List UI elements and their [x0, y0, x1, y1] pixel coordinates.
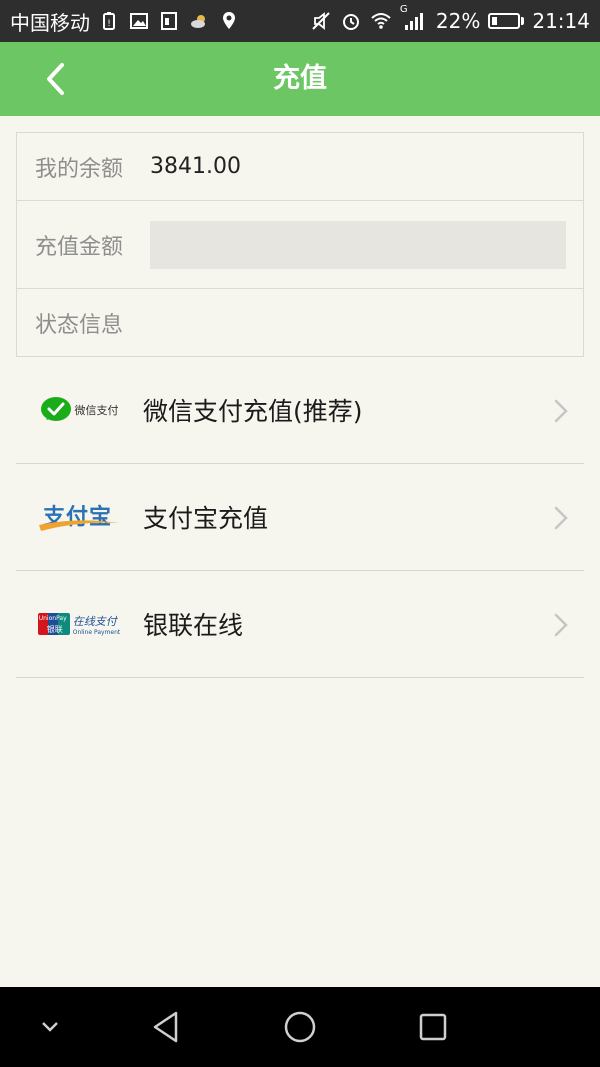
nav-home-button[interactable] [280, 1007, 320, 1047]
status-row: 状态信息 [17, 289, 583, 356]
payment-item-wechat[interactable]: 微信支付 微信支付充值(推荐) [16, 357, 584, 464]
amount-input[interactable] [150, 220, 566, 269]
nav-back-button[interactable] [146, 1007, 186, 1047]
location-icon [218, 10, 240, 32]
signal-icon: G [400, 4, 428, 32]
chevron-left-icon [47, 63, 64, 95]
carrier-name: 中国移动 [10, 10, 90, 35]
status-right: G 22% 21:14 [310, 4, 590, 33]
unionpay-brand: UnionPay [38, 615, 67, 622]
payment-item-unionpay[interactable]: UnionPay 银联 在线支付 Online Payment 银联在线 [16, 571, 584, 678]
nav-recents-button[interactable] [413, 1007, 453, 1047]
sim-icon [158, 10, 180, 32]
amount-row: 充值金额 [17, 201, 583, 289]
alipay-logo: 支付宝 [16, 497, 142, 537]
collapse-icon [42, 1022, 58, 1032]
wechat-pay-logo: 微信支付 [16, 390, 142, 430]
page-title: 充值 [273, 63, 327, 94]
image-icon [128, 10, 150, 32]
wifi-icon [370, 10, 392, 32]
collapse-button[interactable] [30, 1007, 70, 1047]
payment-label-alipay: 支付宝充值 [143, 504, 269, 533]
navigation-bar [0, 987, 600, 1067]
clock: 21:14 [532, 9, 590, 33]
wechat-logo-text: 微信支付 [74, 404, 119, 417]
battery-icon [488, 13, 525, 29]
status-left: 中国移动 ! [10, 7, 240, 36]
back-button[interactable] [30, 54, 80, 104]
unionpay-logo: UnionPay 银联 在线支付 Online Payment [16, 604, 142, 644]
status-label: 状态信息 [35, 312, 124, 338]
recharge-info-card: 我的余额 3841.00 充值金额 状态信息 [16, 132, 584, 357]
back-triangle-icon [153, 1011, 178, 1043]
payment-item-alipay[interactable]: 支付宝 支付宝充值 [16, 464, 584, 571]
battery-percent: 22% [435, 9, 481, 33]
chevron-right-icon [554, 506, 568, 530]
mute-icon [310, 10, 332, 32]
signal-tag: G [399, 4, 408, 15]
payment-label-wechat: 微信支付充值(推荐) [143, 397, 363, 426]
unionpay-logo-text: 在线支付 [72, 614, 117, 628]
recents-square-icon [419, 1013, 447, 1041]
payment-method-list: 微信支付 微信支付充值(推荐) 支付宝 支付宝充值 UnionPay 银联 在线… [16, 357, 584, 678]
unionpay-logo-subtext: Online Payment [72, 628, 121, 636]
balance-label: 我的余额 [35, 156, 124, 182]
chevron-right-icon [554, 399, 568, 423]
weather-icon [188, 10, 210, 32]
amount-label: 充值金额 [35, 234, 124, 260]
status-bar: 中国移动 ! G 22% 21:14 [0, 0, 600, 42]
balance-row: 我的余额 3841.00 [17, 133, 583, 201]
svg-text:!: ! [107, 19, 111, 29]
unionpay-brand-cn: 银联 [46, 625, 63, 634]
alarm-icon [340, 10, 362, 32]
chevron-right-icon [554, 613, 568, 637]
home-circle-icon [284, 1011, 316, 1043]
app-header: 充值 [0, 42, 600, 116]
payment-label-unionpay: 银联在线 [143, 611, 244, 640]
balance-value: 3841.00 [150, 154, 241, 179]
battery-alert-icon: ! [98, 10, 120, 32]
